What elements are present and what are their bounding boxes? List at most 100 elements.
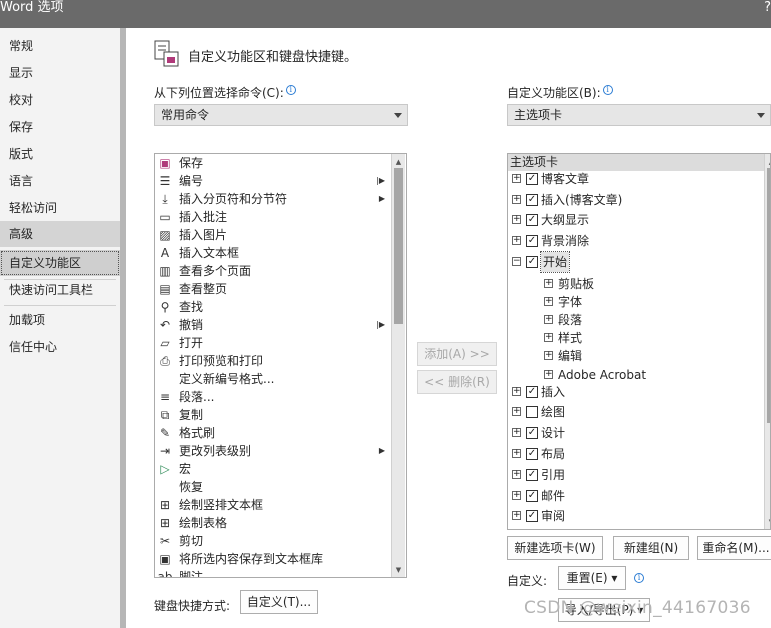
ribbon-tabs-select[interactable]: 主选项卡 bbox=[507, 104, 771, 126]
nav-item-proofing[interactable]: 校对 bbox=[0, 87, 120, 113]
command-item[interactable]: 定义新编号格式... bbox=[155, 370, 391, 388]
expand-icon[interactable]: + bbox=[544, 370, 553, 379]
tab-checkbox[interactable]: ✓ bbox=[526, 448, 538, 460]
nav-item-display[interactable]: 显示 bbox=[0, 60, 120, 86]
commands-list[interactable]: ▣ 保存 ☰ 编号 |▶ ⤓ 插入分页符和分节符 ▶ ▭ 插入批注 ▨ 插入图片 A 插入文本框 ▥ 查看多个… bbox=[154, 153, 407, 578]
expand-icon[interactable]: + bbox=[512, 236, 521, 245]
ribbon-tab-item[interactable]: − ✓ 开始 bbox=[508, 251, 764, 273]
command-item[interactable]: ⎙ 打印预览和打印 bbox=[155, 352, 391, 370]
command-item[interactable]: ↶ 撤销 |▶ bbox=[155, 316, 391, 334]
tab-checkbox[interactable]: ✓ bbox=[526, 256, 538, 268]
nav-item-typography[interactable]: 版式 bbox=[0, 141, 120, 167]
nav-item-quick-access-toolbar[interactable]: 快速访问工具栏 bbox=[0, 277, 120, 303]
nav-item-trust-center[interactable]: 信任中心 bbox=[0, 334, 120, 360]
ribbon-group-item[interactable]: + 字体 bbox=[508, 292, 764, 312]
expand-icon[interactable]: + bbox=[512, 449, 521, 458]
nav-item-accessibility[interactable]: 轻松访问 bbox=[0, 195, 120, 221]
expand-icon[interactable]: + bbox=[512, 407, 521, 416]
ribbon-tab-item[interactable]: + 绘图 bbox=[508, 402, 764, 422]
tab-checkbox[interactable]: ✓ bbox=[526, 173, 538, 185]
ribbon-group-item[interactable]: + 剪贴板 bbox=[508, 274, 764, 294]
ribbon-tab-item[interactable]: + ✓ 背景消除 bbox=[508, 231, 764, 251]
ribbon-tab-item[interactable]: + ✓ 插入(博客文章) bbox=[508, 190, 764, 210]
expand-icon[interactable]: + bbox=[544, 333, 553, 342]
scrollbar-thumb[interactable] bbox=[767, 168, 770, 423]
tab-checkbox[interactable]: ✓ bbox=[526, 469, 538, 481]
expand-icon[interactable]: + bbox=[544, 315, 553, 324]
collapse-icon[interactable]: − bbox=[512, 257, 521, 266]
commands-list-scrollbar[interactable]: ▲ ▼ bbox=[391, 154, 405, 577]
scroll-up-icon[interactable]: ▲ bbox=[766, 156, 770, 168]
command-item[interactable]: ✂ 剪切 bbox=[155, 532, 391, 550]
add-button[interactable]: 添加(A) >> bbox=[417, 342, 497, 366]
expand-icon[interactable]: + bbox=[512, 491, 521, 500]
nav-item-advanced[interactable]: 高级 bbox=[0, 221, 120, 247]
expand-icon[interactable]: + bbox=[544, 351, 553, 360]
expand-icon[interactable]: + bbox=[512, 387, 521, 396]
command-item[interactable]: A 插入文本框 bbox=[155, 244, 391, 262]
expand-icon[interactable]: + bbox=[544, 297, 553, 306]
command-item[interactable]: ▨ 插入图片 bbox=[155, 226, 391, 244]
expand-icon[interactable]: + bbox=[512, 511, 521, 520]
new-tab-button[interactable]: 新建选项卡(W) bbox=[507, 536, 603, 560]
reset-button[interactable]: 重置(E) ▾ bbox=[558, 566, 626, 590]
command-item[interactable]: ▣ 将所选内容保存到文本框库 bbox=[155, 550, 391, 568]
ribbon-tab-item[interactable]: + ✓ 布局 bbox=[508, 444, 764, 464]
tab-checkbox[interactable]: ✓ bbox=[526, 235, 538, 247]
ribbon-tab-item[interactable]: + ✓ 引用 bbox=[508, 465, 764, 485]
nav-item-save[interactable]: 保存 bbox=[0, 114, 120, 140]
ribbon-tab-item[interactable]: + ✓ 插入 bbox=[508, 382, 764, 402]
command-item[interactable]: ⧉ 复制 bbox=[155, 406, 391, 424]
customize-keyboard-button[interactable]: 自定义(T)... bbox=[240, 590, 318, 614]
expand-icon[interactable]: + bbox=[512, 470, 521, 479]
ribbon-group-item[interactable]: + 段落 bbox=[508, 310, 764, 330]
nav-item-general[interactable]: 常规 bbox=[0, 33, 120, 59]
scroll-up-icon[interactable]: ▲ bbox=[393, 156, 404, 168]
command-item[interactable]: ab 脚注 bbox=[155, 568, 391, 577]
tab-checkbox[interactable]: ✓ bbox=[526, 194, 538, 206]
scroll-down-icon[interactable]: ▼ bbox=[766, 516, 770, 528]
ribbon-tab-item[interactable]: + ✓ 大纲显示 bbox=[508, 210, 764, 230]
command-item[interactable]: ⚲ 查找 bbox=[155, 298, 391, 316]
command-item[interactable]: ⊞ 绘制表格 bbox=[155, 514, 391, 532]
command-item[interactable]: ☰ 编号 |▶ bbox=[155, 172, 391, 190]
rename-button[interactable]: 重命名(M)... bbox=[697, 536, 771, 560]
command-item[interactable]: ▤ 查看整页 bbox=[155, 280, 391, 298]
command-item[interactable]: ▭ 插入批注 bbox=[155, 208, 391, 226]
ribbon-tree-scrollbar[interactable]: ▲ ▼ bbox=[764, 154, 770, 529]
new-group-button[interactable]: 新建组(N) bbox=[613, 536, 689, 560]
tab-checkbox[interactable]: ✓ bbox=[526, 490, 538, 502]
expand-icon[interactable]: + bbox=[512, 215, 521, 224]
info-icon[interactable]: i bbox=[285, 85, 296, 95]
ribbon-group-item[interactable]: + 样式 bbox=[508, 328, 764, 348]
command-item[interactable]: ▣ 保存 bbox=[155, 154, 391, 172]
command-item[interactable]: ▱ 打开 bbox=[155, 334, 391, 352]
remove-button[interactable]: << 删除(R) bbox=[417, 370, 497, 394]
scroll-down-icon[interactable]: ▼ bbox=[393, 564, 404, 576]
tab-checkbox[interactable] bbox=[526, 406, 538, 418]
ribbon-tab-item[interactable]: + ✓ 邮件 bbox=[508, 486, 764, 506]
expand-icon[interactable]: + bbox=[512, 428, 521, 437]
expand-icon[interactable]: + bbox=[512, 195, 521, 204]
expand-icon[interactable]: + bbox=[544, 279, 553, 288]
command-item[interactable]: ⤓ 插入分页符和分节符 ▶ bbox=[155, 190, 391, 208]
tab-checkbox[interactable]: ✓ bbox=[526, 510, 538, 522]
commands-source-select[interactable]: 常用命令 bbox=[154, 104, 408, 126]
command-item[interactable]: ▥ 查看多个页面 bbox=[155, 262, 391, 280]
command-item[interactable]: 恢复 bbox=[155, 478, 391, 496]
tab-checkbox[interactable]: ✓ bbox=[526, 386, 538, 398]
command-item[interactable]: ⇥ 更改列表级别 ▶ bbox=[155, 442, 391, 460]
command-item[interactable]: ▷ 宏 bbox=[155, 460, 391, 478]
ribbon-tree[interactable]: 主选项卡 + ✓ 博客文章 + ✓ 插入(博客文章) + ✓ 大纲显示 + ✓ 背景消除 − ✓ 开始 + 剪贴… bbox=[507, 153, 771, 530]
scrollbar-thumb[interactable] bbox=[394, 168, 403, 324]
nav-item-addins[interactable]: 加载项 bbox=[0, 307, 120, 333]
ribbon-group-item[interactable]: + 编辑 bbox=[508, 346, 764, 366]
help-icon[interactable]: ? bbox=[764, 0, 771, 16]
expand-icon[interactable]: + bbox=[512, 174, 521, 183]
info-icon[interactable]: i bbox=[634, 573, 644, 583]
ribbon-tab-item[interactable]: + ✓ 审阅 bbox=[508, 506, 764, 526]
command-item[interactable]: ⊞ 绘制竖排文本框 bbox=[155, 496, 391, 514]
nav-item-language[interactable]: 语言 bbox=[0, 168, 120, 194]
ribbon-tab-item[interactable]: + ✓ 设计 bbox=[508, 423, 764, 443]
command-item[interactable]: ≡ 段落... bbox=[155, 388, 391, 406]
